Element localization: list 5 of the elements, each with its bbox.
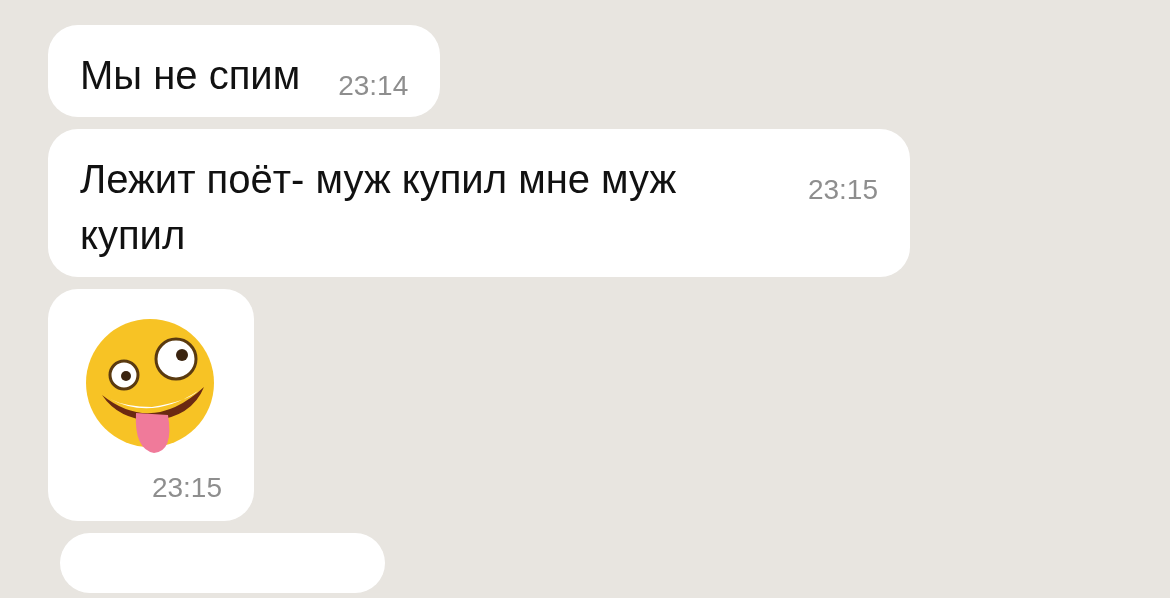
message-text: Мы не спим: [80, 53, 301, 97]
message-time: 23:14: [338, 71, 409, 101]
message-time: 23:15: [807, 175, 878, 205]
message-time: 23:15: [151, 473, 222, 503]
message-text: Лежит поёт- муж купил мне муж купил: [80, 157, 677, 257]
